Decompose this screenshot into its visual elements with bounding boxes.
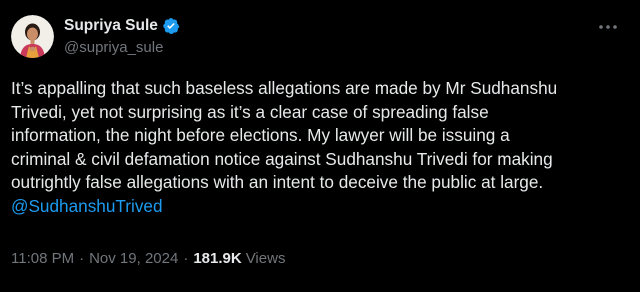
separator-dot: ·	[79, 250, 85, 267]
tweet-text-line: It’s appalling that such baseless allega…	[11, 78, 558, 98]
tweet-card: Supriya Sule @supriya_sule It’s appallin…	[0, 0, 640, 292]
tweet-text: It’s appalling that such baseless allega…	[11, 77, 623, 218]
tweet-text-line: Trivedi, yet not surprising as it’s a cl…	[11, 101, 489, 122]
tweet-metadata: 11:08 PM · Nov 19, 2024 · 181.9K Views	[11, 250, 285, 267]
author-handle[interactable]: @supriya_sule	[64, 39, 163, 56]
tweet-date[interactable]: Nov 19, 2024	[89, 250, 178, 267]
avatar-image	[11, 15, 54, 58]
views-count[interactable]: 181.9K	[193, 250, 241, 267]
tweet-text-line: outrightly false allegations with an int…	[11, 172, 544, 192]
author-avatar[interactable]	[11, 15, 54, 58]
views-label: Views	[245, 250, 286, 267]
more-options-icon[interactable]	[596, 19, 620, 35]
author-name-row: Supriya Sule	[64, 15, 180, 37]
tweet-time[interactable]: 11:08 PM	[11, 250, 74, 267]
tweet-text-line: information, the night before elections.…	[11, 125, 510, 145]
author-display-name[interactable]: Supriya Sule	[64, 17, 158, 35]
tweet-text-line: criminal & civil defamation notice again…	[11, 148, 553, 169]
verified-badge-icon[interactable]	[162, 17, 180, 35]
separator-dot: ·	[183, 250, 189, 267]
mention-link[interactable]: @SudhanshuTrived	[11, 195, 623, 219]
